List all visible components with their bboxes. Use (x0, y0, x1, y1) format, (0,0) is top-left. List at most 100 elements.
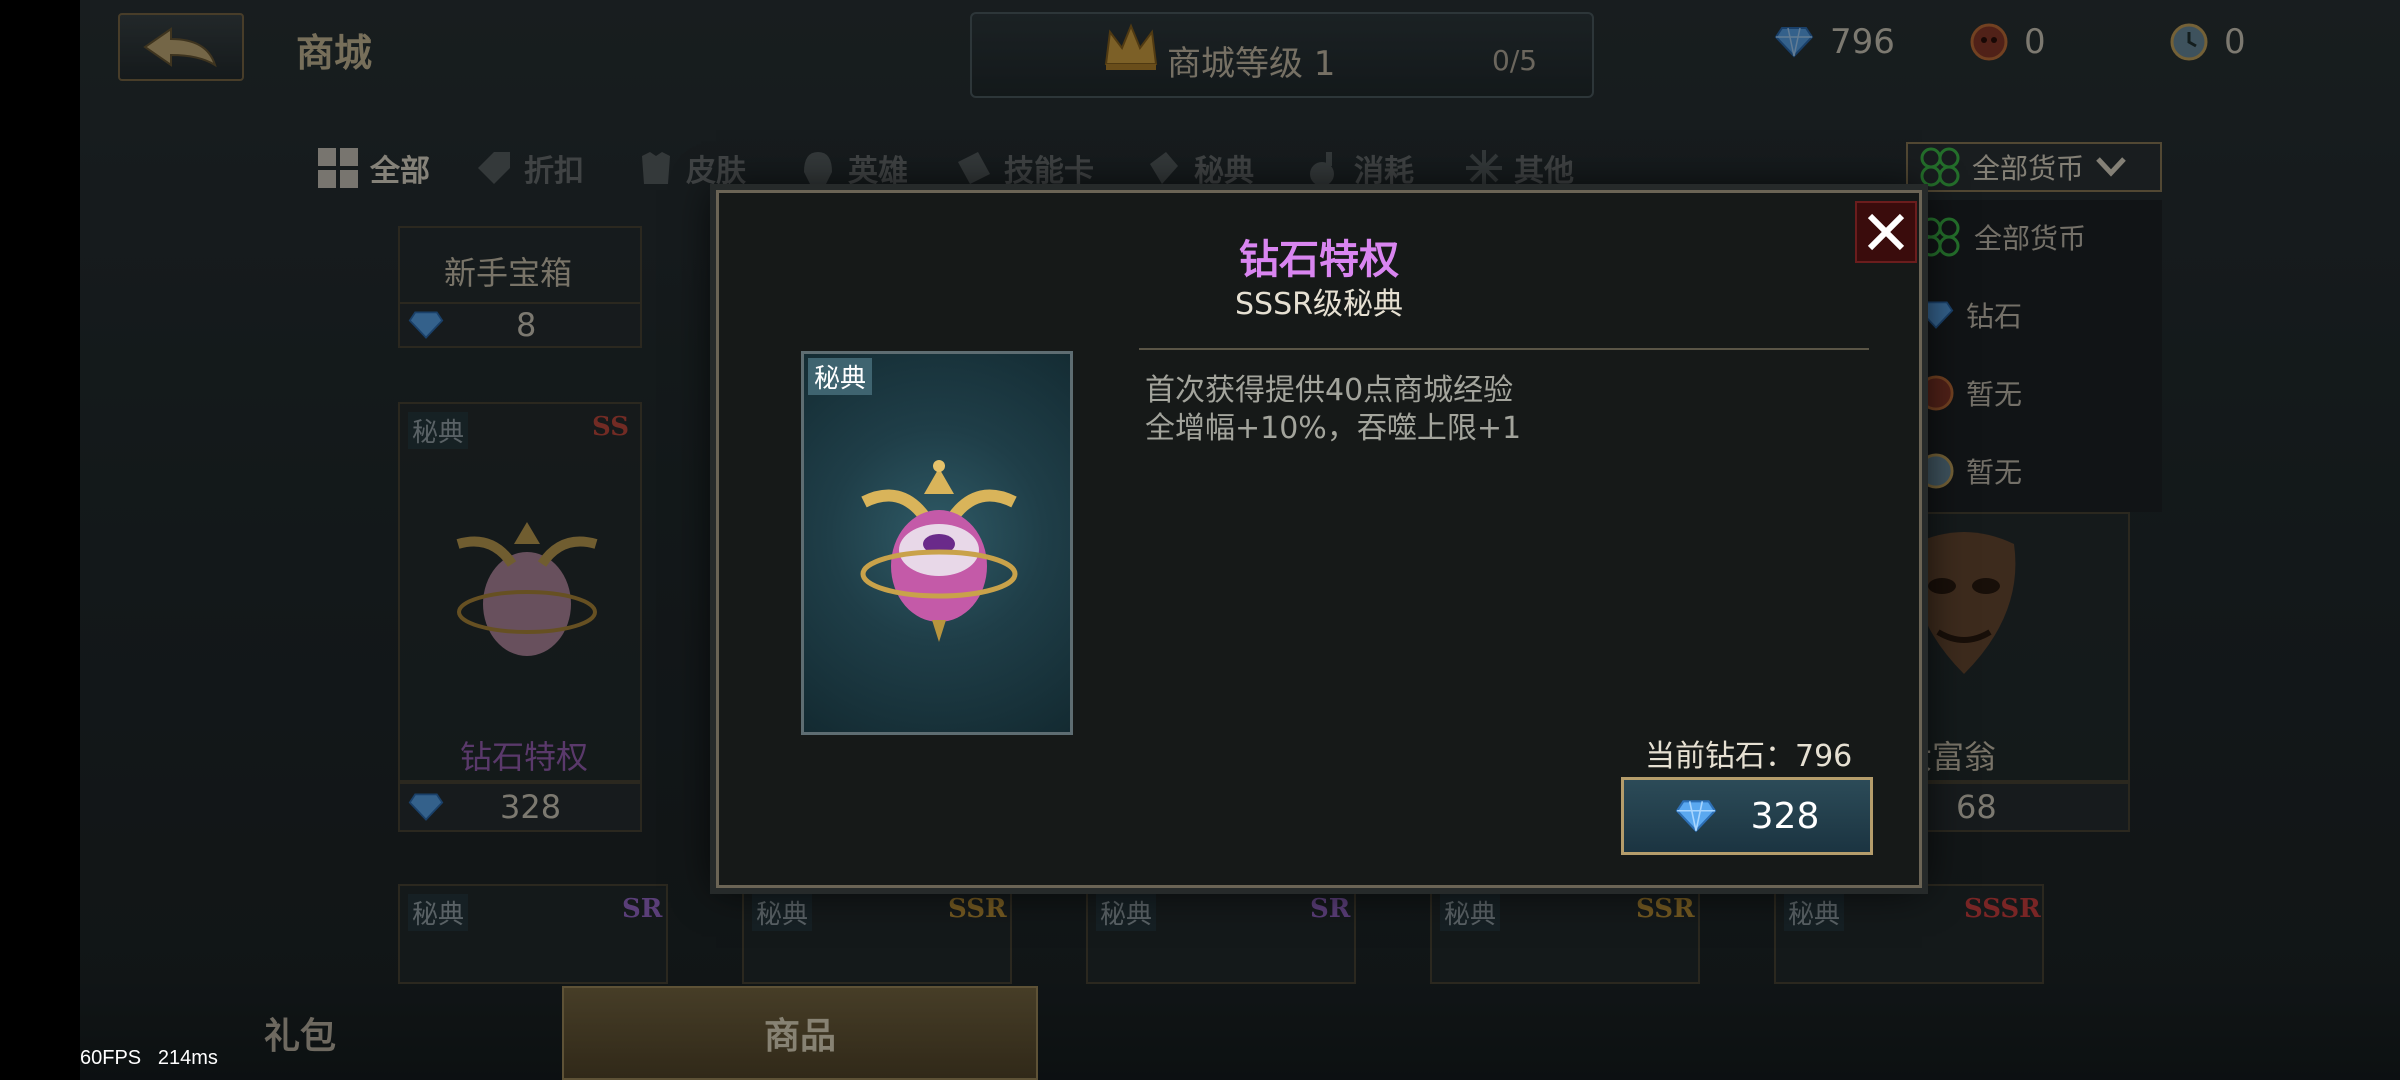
product-rank: SS (592, 412, 629, 442)
product-name: 新手宝箱 (444, 254, 573, 292)
tag-icon (478, 152, 510, 184)
diamond-icon (1774, 27, 1814, 58)
diamond-icon (1918, 301, 1954, 329)
price-value: 68 (1956, 788, 1997, 826)
latency-counter: 214ms (157, 1047, 218, 1069)
tab-hero-label: 英雄 (848, 154, 908, 189)
tab-skill-card[interactable]: 技能卡 (954, 146, 1094, 190)
product-rank: SSR (948, 894, 1007, 924)
product-card[interactable]: 秘典 SR (1086, 884, 1356, 984)
tab-skin-label: 皮肤 (686, 154, 746, 189)
diamond-icon (408, 793, 444, 821)
tab-discount[interactable]: 折扣 (474, 146, 584, 190)
clock-coin-count: 0 (2224, 22, 2246, 62)
product-tag: 秘典 (408, 894, 469, 931)
product-rank: SSR (1636, 894, 1695, 924)
tab-other-label: 其他 (1514, 154, 1574, 189)
product-tag: 秘典 (1440, 894, 1501, 931)
winged-orb-icon (860, 460, 1018, 642)
currency-filter-options: 全部货币 钻石 暂无 暂无 (1906, 200, 2162, 512)
product-rank: SR (622, 894, 663, 924)
item-detail-dialog: 钻石特权 SSSR级秘典 秘典 首次获得提供40点商城经验 全增幅+10%，吞噬… (716, 190, 1922, 888)
product-price: 328 (398, 782, 642, 832)
potion-icon (1310, 152, 1334, 186)
filter-option-label: 暂无 (1966, 456, 2023, 489)
product-price: 8 (398, 302, 642, 348)
tab-other[interactable]: 其他 (1464, 146, 1574, 190)
product-tag: 秘典 (408, 412, 469, 449)
filter-option-label: 钻石 (1966, 300, 2023, 333)
product-card[interactable]: 秘典 SSR (1430, 884, 1700, 984)
card-icon (958, 152, 990, 184)
tab-goods-label: 商品 (763, 1016, 836, 1057)
filter-option-label: 暂无 (1966, 378, 2023, 411)
price-value: 328 (500, 788, 562, 826)
dialog-subtitle: SSSR级秘典 (1235, 287, 1403, 322)
currency-filter-select[interactable]: 全部货币 (1906, 142, 2162, 192)
shop-level-progress: 0/5 (1492, 44, 1538, 77)
filter-option-label: 全部货币 (1974, 222, 2087, 255)
item-type-tag: 秘典 (808, 358, 873, 395)
tab-consumable[interactable]: 消耗 (1304, 146, 1414, 190)
currency-filter-value: 全部货币 (1972, 152, 2085, 185)
currency-clock-coin: 0 (2170, 22, 2246, 62)
game-screen: 商城 商城等级 1 0/5 796 0 0 全部 折扣 皮肤 英雄 技能卡 秘典… (80, 0, 2400, 1080)
mask-coin-count: 0 (2024, 22, 2046, 62)
tab-skill-card-label: 技能卡 (1004, 154, 1094, 189)
product-card[interactable]: 秘典 SR (398, 884, 668, 984)
product-card[interactable]: 秘典 SSR (742, 884, 1012, 984)
debug-overlay: 60FPS 214ms (80, 1047, 218, 1070)
diamond-count: 796 (1830, 22, 1895, 62)
filter-option-mask-coin[interactable]: 暂无 (1906, 362, 2162, 424)
currency-mask-coin: 0 (1970, 22, 2046, 62)
diamond-icon (408, 311, 444, 339)
clover-icon (1920, 217, 1960, 257)
product-rank: SSSR (1964, 894, 2041, 924)
filter-option-diamond[interactable]: 钻石 (1906, 284, 2162, 346)
orb-artifact-icon (456, 522, 598, 656)
filter-option-clock-coin[interactable]: 暂无 (1906, 440, 2162, 502)
clock-coin-icon (2170, 23, 2208, 61)
tab-secret-book-label: 秘典 (1194, 154, 1254, 189)
tab-all[interactable]: 全部 (316, 146, 430, 190)
tab-gift-pack[interactable]: 礼包 (200, 986, 400, 1080)
shop-level-label: 商城等级 1 (1167, 44, 1336, 84)
grid-icon (318, 148, 358, 188)
product-card[interactable]: 秘典 SSSR (1774, 884, 2044, 984)
back-button[interactable] (118, 13, 244, 81)
filter-option-all[interactable]: 全部货币 (1906, 206, 2162, 268)
chevron-down-icon (2096, 157, 2126, 177)
tab-skin[interactable]: 皮肤 (636, 146, 746, 190)
buy-button[interactable]: 328 (1621, 777, 1873, 855)
tab-secret-book[interactable]: 秘典 (1144, 146, 1254, 190)
product-name: 钻石特权 (460, 738, 589, 776)
tab-goods[interactable]: 商品 (562, 986, 1038, 1080)
diamond-icon (1675, 800, 1716, 833)
sparkle-icon (1466, 150, 1502, 186)
page-title: 商城 (296, 31, 373, 75)
product-card-diamond-privilege[interactable]: 秘典 SS 钻石特权 (398, 402, 642, 782)
price-value: 8 (516, 306, 537, 344)
tab-hero[interactable]: 英雄 (798, 146, 908, 190)
mask-coin-icon (1970, 23, 2008, 61)
fps-counter: 60FPS (80, 1047, 142, 1069)
item-image-frame: 秘典 (801, 351, 1073, 735)
tab-consumable-label: 消耗 (1354, 154, 1414, 189)
dialog-divider (1139, 348, 1869, 350)
tab-discount-label: 折扣 (524, 154, 584, 189)
product-rank: SR (1310, 894, 1351, 924)
item-description-line: 全增幅+10%，吞噬上限+1 (1145, 411, 1522, 446)
armor-icon (642, 152, 670, 184)
crown-icon (1104, 23, 1158, 70)
product-card-newbie-chest[interactable]: 新手宝箱 (398, 226, 642, 304)
clover-icon (1920, 147, 1960, 187)
tab-gift-pack-label: 礼包 (263, 1016, 336, 1057)
helmet-icon (804, 152, 832, 184)
tab-all-label: 全部 (370, 154, 430, 189)
currency-diamond: 796 (1774, 22, 1895, 62)
product-tag: 秘典 (1784, 894, 1845, 931)
product-tag: 秘典 (752, 894, 813, 931)
back-arrow-icon (143, 27, 217, 68)
shop-level-panel: 商城等级 1 0/5 (970, 12, 1594, 98)
buy-price: 328 (1750, 795, 1820, 837)
